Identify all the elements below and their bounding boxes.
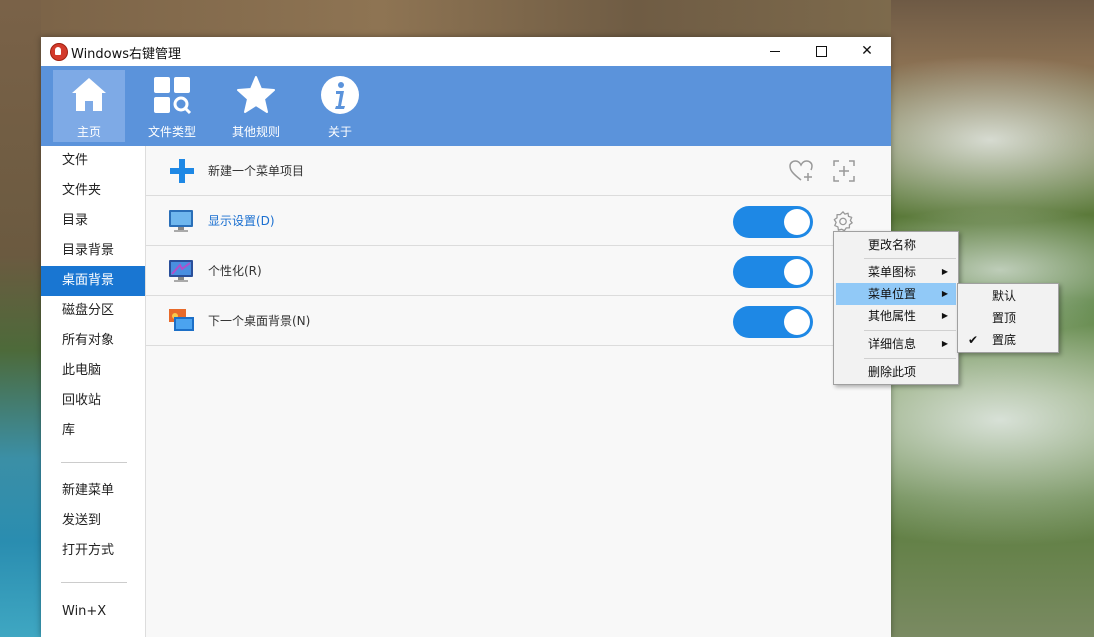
close-button[interactable]: ✕ (844, 37, 890, 66)
toggle-knob (784, 209, 810, 235)
submenu-item-default[interactable]: 默认 (960, 285, 1056, 307)
menu-item-details[interactable]: 详细信息 ▶ (836, 333, 956, 355)
toolbar-file-types-label: 文件类型 (147, 125, 196, 139)
new-item-row[interactable]: 新建一个菜单项目 (146, 146, 891, 196)
sidebar-item-send-to[interactable]: 发送到 (41, 506, 145, 536)
home-icon (72, 78, 106, 111)
submenu-item-top[interactable]: 置顶 (960, 307, 1056, 329)
app-logo-icon (50, 43, 68, 61)
toolbar-about-label: 关于 (327, 125, 352, 139)
menu-item-label: 显示设置(D) (208, 214, 275, 228)
menu-item-rename[interactable]: 更改名称 (836, 234, 956, 256)
menu-separator (864, 358, 956, 359)
menu-item-other-properties[interactable]: 其他属性 ▶ (836, 305, 956, 327)
main-panel: 新建一个菜单项目 显示设置(D) 个性化(R) 下一个桌面背景(N) (146, 146, 891, 637)
check-icon: ✔ (968, 333, 979, 347)
context-menu: 更改名称 菜单图标 ▶ 菜单位置 ▶ 其他属性 ▶ 详细信息 ▶ 删除此项 (833, 231, 959, 385)
menu-item-label: 其他属性 (868, 309, 917, 323)
sidebar-item-library[interactable]: 库 (41, 416, 145, 446)
star-icon (237, 76, 275, 113)
sidebar: 文件 文件夹 目录 目录背景 桌面背景 磁盘分区 所有对象 此电脑 回收站 库 … (41, 146, 146, 637)
menu-item-position[interactable]: 菜单位置 ▶ (836, 283, 956, 305)
new-item-label: 新建一个菜单项目 (208, 164, 305, 178)
sidebar-item-win-x[interactable]: Win+X (41, 597, 145, 627)
sidebar-item-folder[interactable]: 文件夹 (41, 176, 145, 206)
menu-item-delete[interactable]: 删除此项 (836, 361, 956, 383)
favorite-add-icon[interactable] (788, 159, 814, 183)
title-bar: Windows右键管理 ✕ (41, 37, 891, 66)
sidebar-item-desktop-background[interactable]: 桌面背景 (41, 266, 145, 296)
sidebar-item-disk-partition[interactable]: 磁盘分区 (41, 296, 145, 326)
sidebar-item-all-objects[interactable]: 所有对象 (41, 326, 145, 356)
toggle-knob (784, 309, 810, 335)
menu-separator (864, 258, 956, 259)
window-title: Windows右键管理 (71, 47, 182, 62)
menu-item-label: 菜单位置 (868, 287, 917, 301)
submenu-arrow-icon: ▶ (941, 311, 948, 320)
position-submenu: 默认 置顶 ✔ 置底 (957, 283, 1059, 353)
submenu-arrow-icon: ▶ (941, 339, 948, 348)
submenu-item-label: 置底 (992, 333, 1017, 347)
enable-toggle[interactable] (733, 206, 813, 238)
sidebar-item-open-with[interactable]: 打开方式 (41, 536, 145, 566)
menu-separator (864, 330, 956, 331)
enable-toggle[interactable] (733, 256, 813, 288)
info-icon (321, 76, 359, 114)
toolbar-other-rules[interactable]: 其他规则 (220, 70, 292, 142)
app-window: Windows右键管理 ✕ 主页 文件类型 其他规则 关于 文件 文件夹 目录 … (41, 37, 891, 637)
sidebar-item-recycle-bin[interactable]: 回收站 (41, 386, 145, 416)
menu-item-icon[interactable]: 菜单图标 ▶ (836, 261, 956, 283)
sidebar-item-new-menu[interactable]: 新建菜单 (41, 476, 145, 506)
display-settings-icon (169, 210, 193, 232)
toolbar-other-rules-label: 其他规则 (231, 125, 280, 139)
next-background-icon (169, 309, 194, 331)
minimize-button[interactable] (752, 37, 798, 66)
submenu-arrow-icon: ▶ (941, 289, 948, 298)
submenu-arrow-icon: ▶ (941, 267, 948, 276)
toolbar-about[interactable]: 关于 (304, 70, 376, 142)
add-from-scan-icon[interactable] (833, 160, 855, 182)
submenu-item-bottom[interactable]: ✔ 置底 (960, 329, 1056, 351)
toggle-knob (784, 259, 810, 285)
gear-icon[interactable] (832, 210, 854, 232)
maximize-icon (815, 45, 827, 57)
menu-item-label: 详细信息 (868, 337, 917, 351)
menu-item-row[interactable]: 显示设置(D) (146, 196, 891, 246)
main-toolbar: 主页 文件类型 其他规则 关于 (41, 66, 891, 146)
sidebar-divider (61, 582, 127, 583)
sidebar-item-file[interactable]: 文件 (41, 146, 145, 176)
personalize-icon (169, 260, 193, 282)
menu-item-row[interactable]: 个性化(R) (146, 246, 891, 296)
maximize-button[interactable] (798, 37, 844, 66)
menu-item-label: 下一个桌面背景(N) (208, 314, 311, 328)
sidebar-item-directory-background[interactable]: 目录背景 (41, 236, 145, 266)
toolbar-file-types[interactable]: 文件类型 (136, 70, 208, 142)
toolbar-home[interactable]: 主页 (53, 70, 125, 142)
add-icon (170, 159, 194, 183)
sidebar-item-directory[interactable]: 目录 (41, 206, 145, 236)
sidebar-divider (61, 462, 127, 463)
menu-item-row[interactable]: 下一个桌面背景(N) (146, 296, 891, 346)
minimize-icon (770, 50, 780, 52)
desktop-wallpaper-left (0, 0, 41, 637)
menu-item-label: 菜单图标 (868, 265, 917, 279)
enable-toggle[interactable] (733, 306, 813, 338)
menu-item-label: 个性化(R) (208, 264, 262, 278)
close-icon: ✕ (861, 43, 873, 59)
desktop-wallpaper-top (41, 0, 891, 37)
file-types-icon (154, 77, 192, 115)
sidebar-item-this-pc[interactable]: 此电脑 (41, 356, 145, 386)
toolbar-home-label: 主页 (76, 125, 101, 139)
